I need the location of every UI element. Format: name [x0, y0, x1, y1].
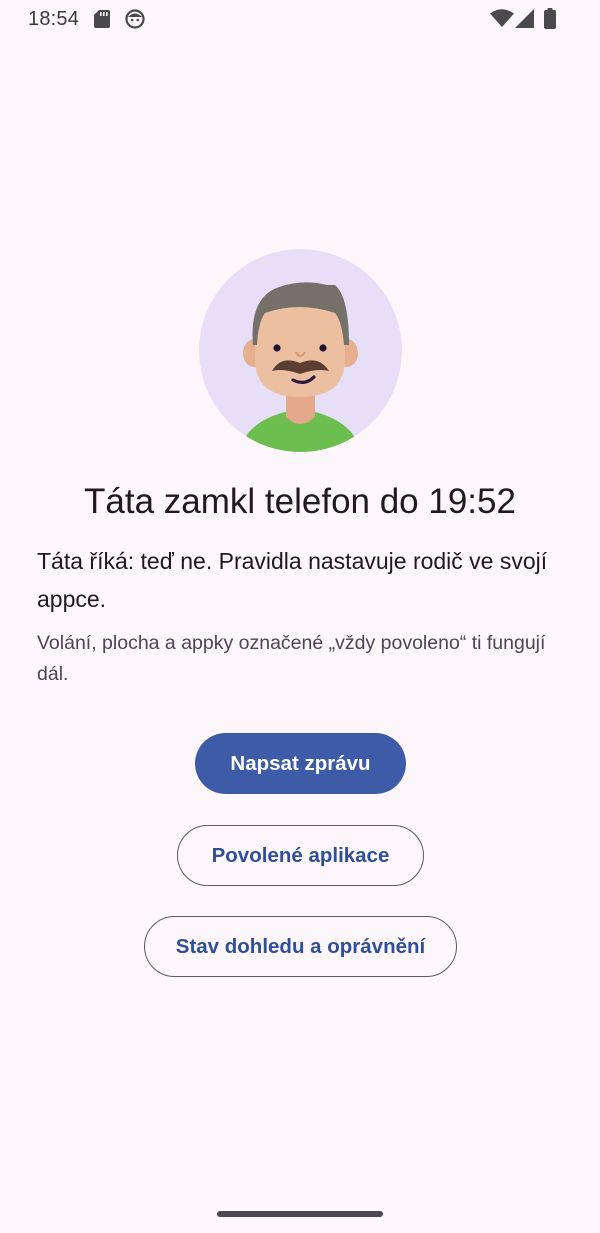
status-time: 18:54	[28, 8, 80, 30]
lock-message: Táta říká: teď ne. Pravidla nastavuje ro…	[37, 548, 548, 612]
page-title: Táta zamkl telefon do 19:52	[84, 482, 516, 521]
supervision-status-button[interactable]: Stav dohledu a oprávnění	[144, 916, 457, 977]
face-icon	[125, 9, 145, 34]
allowed-apps-button[interactable]: Povolené aplikace	[177, 825, 424, 886]
signal-icon	[515, 9, 534, 33]
wifi-icon	[490, 9, 514, 33]
send-message-button[interactable]: Napsat zprávu	[195, 733, 406, 794]
home-indicator[interactable]	[217, 1211, 383, 1217]
sd-card-icon	[94, 10, 110, 33]
lock-note: Volání, plocha a appky označené „vždy po…	[37, 632, 546, 685]
status-bar: 18:54	[0, 0, 600, 40]
battery-icon	[544, 8, 556, 34]
parent-avatar-icon	[199, 249, 402, 452]
